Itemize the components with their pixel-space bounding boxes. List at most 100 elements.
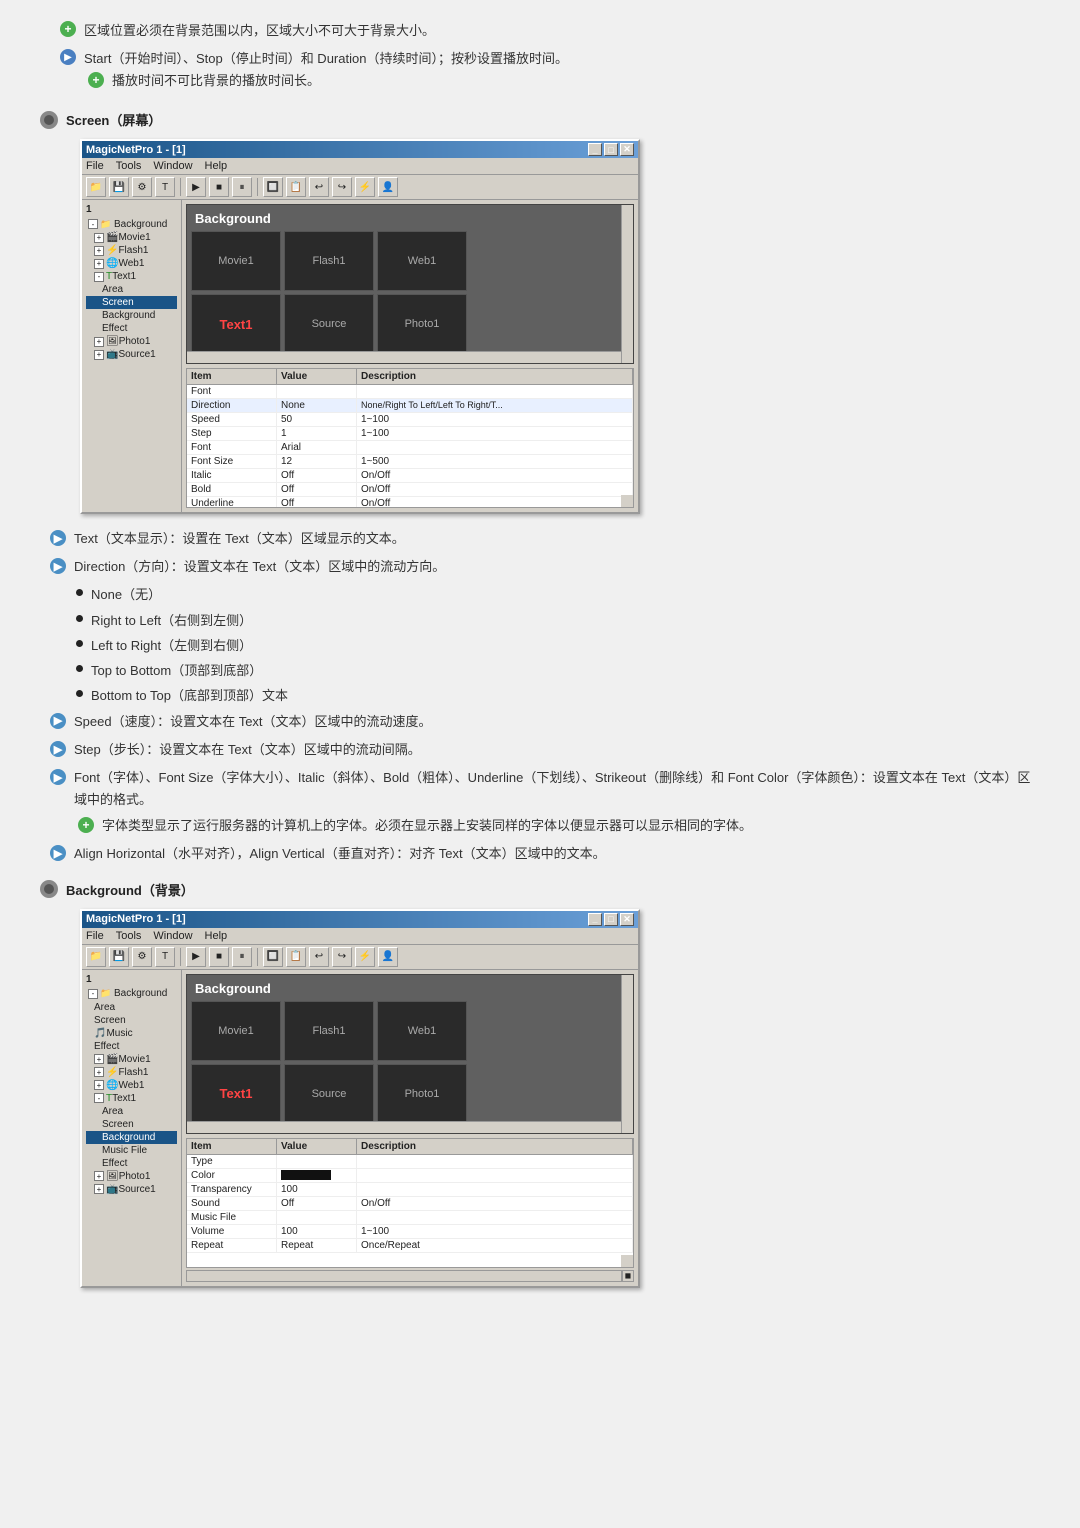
tree2-expand-w1[interactable]: +	[94, 1080, 104, 1090]
toolbar2-btn-1[interactable]: 📁	[86, 947, 106, 967]
maximize-btn[interactable]: □	[604, 143, 618, 156]
menu-help2[interactable]: Help	[205, 930, 228, 942]
toolbar2-btn-2[interactable]: 💾	[109, 947, 129, 967]
toolbar-btn-3[interactable]: ⚙	[132, 177, 152, 197]
tree2-photo1[interactable]: + 🖼Photo1	[86, 1170, 177, 1183]
tree2-expand-p1[interactable]: +	[94, 1171, 104, 1181]
props1-val-fontsize[interactable]: 12	[277, 455, 357, 468]
toolbar2-btn-10[interactable]: ↩	[309, 947, 329, 967]
close-btn[interactable]: ✕	[620, 143, 634, 156]
toolbar-btn-7[interactable]: ⏸	[232, 177, 252, 197]
tree2-musicfile[interactable]: Music File	[86, 1144, 177, 1157]
props2-val-repeat[interactable]: Repeat	[277, 1239, 357, 1252]
props2-val-musicfile[interactable]	[277, 1211, 357, 1224]
props1-val-speed[interactable]: 50	[277, 413, 357, 426]
tree2-screen2[interactable]: Screen	[86, 1118, 177, 1131]
tree2-music[interactable]: 🎵Music	[86, 1027, 177, 1040]
props2-val-transparency[interactable]: 100	[277, 1183, 357, 1196]
props1-val-step[interactable]: 1	[277, 427, 357, 440]
toolbar2-btn-7[interactable]: ⏸	[232, 947, 252, 967]
tree2-text1[interactable]: - TText1	[86, 1092, 177, 1105]
tree1-expand-bg[interactable]: -	[88, 219, 98, 229]
tree1-expand-s1[interactable]: +	[94, 350, 104, 360]
window2-controls[interactable]: _ □ ✕	[588, 913, 634, 926]
color-swatch[interactable]	[281, 1170, 331, 1180]
tree2-expand-bg[interactable]: -	[88, 989, 98, 999]
toolbar-btn-8[interactable]: 🔲	[263, 177, 283, 197]
tree1-expand-w1[interactable]: +	[94, 259, 104, 269]
tree1-area[interactable]: Area	[86, 283, 177, 296]
toolbar-btn-9[interactable]: 📋	[286, 177, 306, 197]
canvas2-scrollbar-h[interactable]	[187, 1121, 621, 1133]
toolbar2-btn-4[interactable]: T	[155, 947, 175, 967]
toolbar2-btn-8[interactable]: 🔲	[263, 947, 283, 967]
toolbar-btn-13[interactable]: 👤	[378, 177, 398, 197]
tree2-web1[interactable]: + 🌐Web1	[86, 1079, 177, 1092]
props1-val-italic[interactable]: Off	[277, 469, 357, 482]
tree2-screen[interactable]: Screen	[86, 1014, 177, 1027]
canvas1-scrollbar-h[interactable]	[187, 351, 621, 363]
tree1-photo1[interactable]: + 🖼Photo1	[86, 335, 177, 348]
menu-window2[interactable]: Window	[153, 930, 192, 942]
tree2-bg[interactable]: - 📁 Background	[86, 987, 177, 1001]
tree1-source1[interactable]: + 📺Source1	[86, 348, 177, 361]
props2-val-type[interactable]	[277, 1155, 357, 1168]
props1-val-bold[interactable]: Off	[277, 483, 357, 496]
props1-val-fontname[interactable]: Arial	[277, 441, 357, 454]
tree1-expand-m1[interactable]: +	[94, 233, 104, 243]
tree1-text1[interactable]: - TText1	[86, 270, 177, 283]
toolbar-btn-10[interactable]: ↩	[309, 177, 329, 197]
menu-window1[interactable]: Window	[153, 160, 192, 172]
toolbar2-btn-12[interactable]: ⚡	[355, 947, 375, 967]
close-btn2[interactable]: ✕	[620, 913, 634, 926]
props2-val-volume[interactable]: 100	[277, 1225, 357, 1238]
maximize-btn2[interactable]: □	[604, 913, 618, 926]
props2-val-sound[interactable]: Off	[277, 1197, 357, 1210]
tree2-expand-t1[interactable]: -	[94, 1093, 104, 1103]
canvas1-scrollbar-v[interactable]	[621, 205, 633, 363]
tree1-screen[interactable]: Screen	[86, 296, 177, 309]
tree2-flash1[interactable]: + ⚡Flash1	[86, 1066, 177, 1079]
toolbar2-btn-9[interactable]: 📋	[286, 947, 306, 967]
toolbar-btn-6[interactable]: ■	[209, 177, 229, 197]
tree2-area2[interactable]: Area	[86, 1105, 177, 1118]
menu-tools1[interactable]: Tools	[116, 160, 142, 172]
tree2-source1[interactable]: + 📺Source1	[86, 1183, 177, 1196]
window1-controls[interactable]: _ □ ✕	[588, 143, 634, 156]
toolbar2-btn-13[interactable]: 👤	[378, 947, 398, 967]
toolbar2-btn-11[interactable]: ↪	[332, 947, 352, 967]
tree1-movie1[interactable]: + 🎬Movie1	[86, 231, 177, 244]
tree2-effect[interactable]: Effect	[86, 1040, 177, 1053]
tree2-expand-s1[interactable]: +	[94, 1184, 104, 1194]
props1-val-underline[interactable]: Off	[277, 497, 357, 508]
minimize-btn[interactable]: _	[588, 143, 602, 156]
menu-file1[interactable]: File	[86, 160, 104, 172]
props1-row-direction[interactable]: Direction None None/Right To Left/Left T…	[187, 399, 633, 413]
menu-help1[interactable]: Help	[205, 160, 228, 172]
tree1-expand-p1[interactable]: +	[94, 337, 104, 347]
minimize-btn2[interactable]: _	[588, 913, 602, 926]
menu-tools2[interactable]: Tools	[116, 930, 142, 942]
tree1-bg[interactable]: - 📁 Background	[86, 217, 177, 231]
canvas2-scrollbar-v[interactable]	[621, 975, 633, 1133]
toolbar-btn-1[interactable]: 📁	[86, 177, 106, 197]
props1-val-direction[interactable]: None	[277, 399, 357, 412]
tree2-expand-m1[interactable]: +	[94, 1054, 104, 1064]
props2-val-color[interactable]	[277, 1169, 357, 1182]
toolbar-btn-5[interactable]: ▶	[186, 177, 206, 197]
tree1-bg2[interactable]: Background	[86, 309, 177, 322]
hscroll2[interactable]	[186, 1270, 622, 1282]
toolbar-btn-12[interactable]: ⚡	[355, 177, 375, 197]
tree2-effect2[interactable]: Effect	[86, 1157, 177, 1170]
tree1-expand-t1[interactable]: -	[94, 272, 104, 282]
tree1-web1[interactable]: + 🌐Web1	[86, 257, 177, 270]
tree1-expand-f1[interactable]: +	[94, 246, 104, 256]
toolbar-btn-4[interactable]: T	[155, 177, 175, 197]
toolbar-btn-2[interactable]: 💾	[109, 177, 129, 197]
tree2-bg2[interactable]: Background	[86, 1131, 177, 1144]
menu-file2[interactable]: File	[86, 930, 104, 942]
tree2-area[interactable]: Area	[86, 1001, 177, 1014]
toolbar2-btn-5[interactable]: ▶	[186, 947, 206, 967]
tree1-flash1[interactable]: + ⚡Flash1	[86, 244, 177, 257]
tree2-expand-f1[interactable]: +	[94, 1067, 104, 1077]
